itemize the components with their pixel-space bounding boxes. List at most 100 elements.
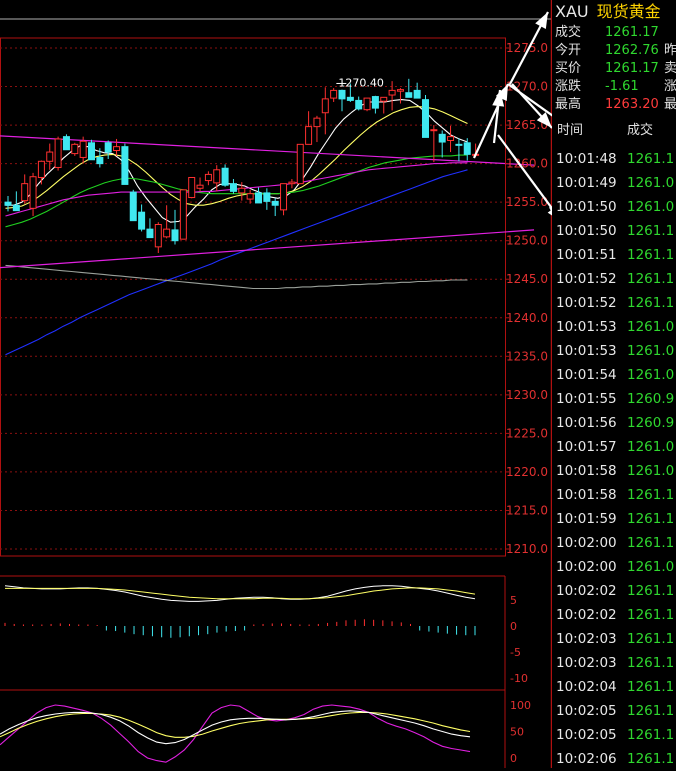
tick-row[interactable]: 10:02:02 1261.1	[552, 603, 676, 627]
tick-price: 1261.1	[627, 679, 675, 695]
kdj-tick-label: 100	[510, 699, 531, 712]
candle-body	[255, 192, 262, 204]
tick-row[interactable]: 10:02:03 1261.1	[552, 627, 676, 651]
candle-body	[288, 181, 296, 185]
tick-row[interactable]: 10:02:06 1261.1	[552, 747, 676, 771]
candle-body	[330, 89, 338, 99]
tick-row[interactable]: 10:02:03 1261.1	[552, 651, 676, 675]
tick-header-price: 成交	[627, 123, 654, 138]
tick-price: 1261.0	[627, 175, 675, 191]
candle-body	[321, 98, 329, 114]
candle-body	[263, 192, 271, 202]
chart-area[interactable]: 1270.40 1275.01270.01265.01260.01255.012…	[0, 0, 552, 768]
tick-time: 10:01:50	[556, 223, 617, 239]
tick-row[interactable]: 10:02:05 1261.1	[552, 699, 676, 723]
macd-tick-label: -5	[510, 646, 521, 659]
tick-row[interactable]: 10:01:54 1261.0	[552, 363, 676, 387]
candle-body	[413, 89, 421, 99]
tick-row[interactable]: 10:01:49 1261.0	[552, 171, 676, 195]
tick-row[interactable]: 10:02:00 1261.0	[552, 555, 676, 579]
price-tick-label: 1245.0	[506, 272, 548, 286]
candle-body	[204, 173, 212, 182]
tick-row[interactable]: 10:01:50 1261.1	[552, 219, 676, 243]
tick-time: 10:02:03	[556, 655, 617, 671]
tick-row[interactable]: 10:01:48 1261.1	[552, 147, 676, 171]
candle-body	[37, 160, 45, 178]
tick-price: 1261.1	[627, 631, 675, 647]
tick-row[interactable]: 10:01:56 1260.9	[552, 411, 676, 435]
candle-body	[121, 146, 129, 185]
candle-body	[12, 204, 20, 212]
chart-grid	[0, 0, 552, 768]
tick-row[interactable]: 10:02:04 1261.1	[552, 675, 676, 699]
tick-price: 1261.1	[627, 271, 675, 287]
macd-tick-label: 0	[510, 620, 517, 633]
tick-time: 10:01:51	[556, 247, 617, 263]
tick-row[interactable]: 10:01:50 1261.0	[552, 195, 676, 219]
tick-price: 1261.1	[627, 223, 675, 239]
tick-price: 1261.1	[627, 511, 675, 527]
tick-row[interactable]: 10:01:58 1261.0	[552, 459, 676, 483]
tick-row[interactable]: 10:01:51 1261.1	[552, 243, 676, 267]
tick-time: 10:01:57	[556, 439, 617, 455]
tick-row[interactable]: 10:02:00 1261.1	[552, 531, 676, 555]
price-tick-label: 1210.0	[506, 542, 548, 556]
price-tick-label: 1220.0	[506, 465, 548, 479]
macd-panel: 5 0 -5	[0, 575, 521, 680]
quote-row: 最高 1263.20 最	[552, 96, 676, 114]
tick-time: 10:01:54	[556, 367, 617, 383]
trendline	[0, 229, 535, 269]
tick-price: 1260.9	[627, 391, 675, 407]
tick-price: 1261.0	[627, 343, 675, 359]
candle-body	[129, 191, 137, 222]
kdj-line	[0, 711, 471, 738]
candle-body	[405, 92, 413, 98]
candle-body	[463, 142, 471, 155]
moving-average-line	[5, 264, 468, 290]
tick-row[interactable]: 10:01:52 1261.1	[552, 267, 676, 291]
arrow-head	[535, 12, 548, 29]
tick-row[interactable]: 10:01:58 1261.1	[552, 483, 676, 507]
tick-row[interactable]: 10:02:05 1261.1	[552, 723, 676, 747]
candle-body	[430, 129, 438, 132]
quote-label: 今开	[555, 43, 582, 58]
tick-row[interactable]: 10:02:02 1261.1	[552, 579, 676, 603]
tick-time: 10:02:05	[556, 703, 617, 719]
tick-price: 1261.1	[627, 151, 675, 167]
tick-time: 10:02:00	[556, 559, 617, 575]
tick-row[interactable]: 10:01:52 1261.1	[552, 291, 676, 315]
tick-time: 10:01:56	[556, 415, 617, 431]
tick-row[interactable]: 10:01:57 1261.0	[552, 435, 676, 459]
candle-body	[455, 143, 463, 146]
price-tick-label: 1225.0	[506, 426, 548, 440]
candle-body	[171, 229, 179, 242]
price-tick-label: 1250.0	[506, 234, 548, 248]
candle-body	[346, 96, 354, 101]
kdj-tick-label: 0	[510, 752, 517, 765]
tick-price: 1261.1	[627, 751, 675, 767]
tick-time: 10:02:03	[556, 631, 617, 647]
candle-body	[79, 140, 87, 158]
tick-price: 1261.1	[627, 607, 675, 623]
tick-row[interactable]: 10:01:55 1260.9	[552, 387, 676, 411]
tick-time: 10:01:52	[556, 295, 617, 311]
tick-price: 1260.9	[627, 415, 675, 431]
candle-body	[355, 99, 363, 110]
quote-value: 1263.20	[605, 97, 659, 112]
candle-body	[62, 136, 70, 151]
candle-body	[113, 146, 121, 152]
candle-body	[380, 96, 388, 102]
tick-row[interactable]: 10:01:59 1261.1	[552, 507, 676, 531]
instrument-symbol: XAU	[555, 2, 589, 21]
tick-row[interactable]: 10:01:53 1261.0	[552, 339, 676, 363]
candle-body	[388, 89, 396, 96]
tick-price: 1261.1	[627, 727, 675, 743]
candle-body	[154, 224, 162, 248]
price-tick-label: 1235.0	[506, 349, 548, 363]
macd-line	[5, 587, 476, 600]
tick-time: 10:01:55	[556, 391, 617, 407]
candle-body	[438, 133, 446, 143]
candle-body	[96, 156, 104, 165]
tick-time: 10:01:52	[556, 271, 617, 287]
tick-row[interactable]: 10:01:53 1261.0	[552, 315, 676, 339]
